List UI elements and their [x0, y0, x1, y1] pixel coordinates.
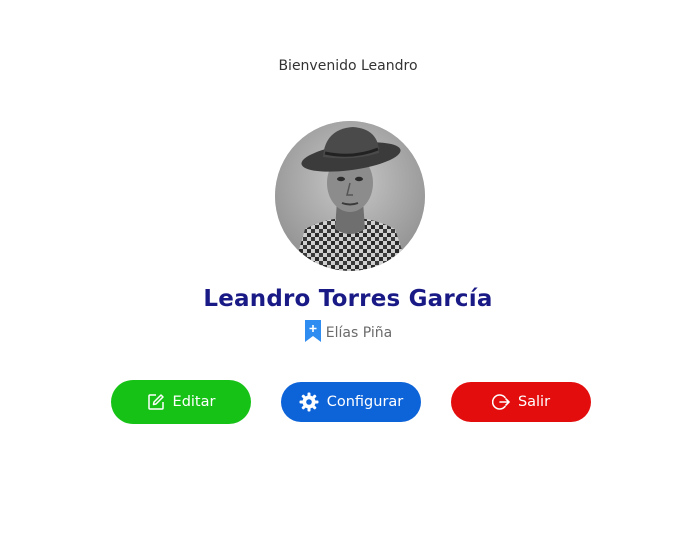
action-buttons: Editar Configurar Salir — [0, 380, 696, 426]
location-row: Elías Piña — [0, 320, 696, 346]
profile-avatar — [275, 121, 425, 271]
edit-button-label: Editar — [172, 394, 216, 410]
edit-button[interactable]: Editar — [111, 380, 251, 424]
exit-button[interactable]: Salir — [451, 382, 591, 422]
config-button[interactable]: Configurar — [281, 382, 421, 422]
location-text: Elías Piña — [325, 325, 393, 341]
config-button-label: Configurar — [326, 394, 404, 410]
welcome-text: Bienvenido Leandro — [278, 58, 418, 74]
exit-button-label: Salir — [517, 394, 551, 410]
logout-icon — [491, 393, 510, 411]
profile-name: Leandro Torres García — [203, 286, 493, 312]
bookmark-plus-icon — [304, 320, 322, 346]
gear-icon — [299, 392, 319, 412]
edit-icon — [147, 393, 165, 411]
